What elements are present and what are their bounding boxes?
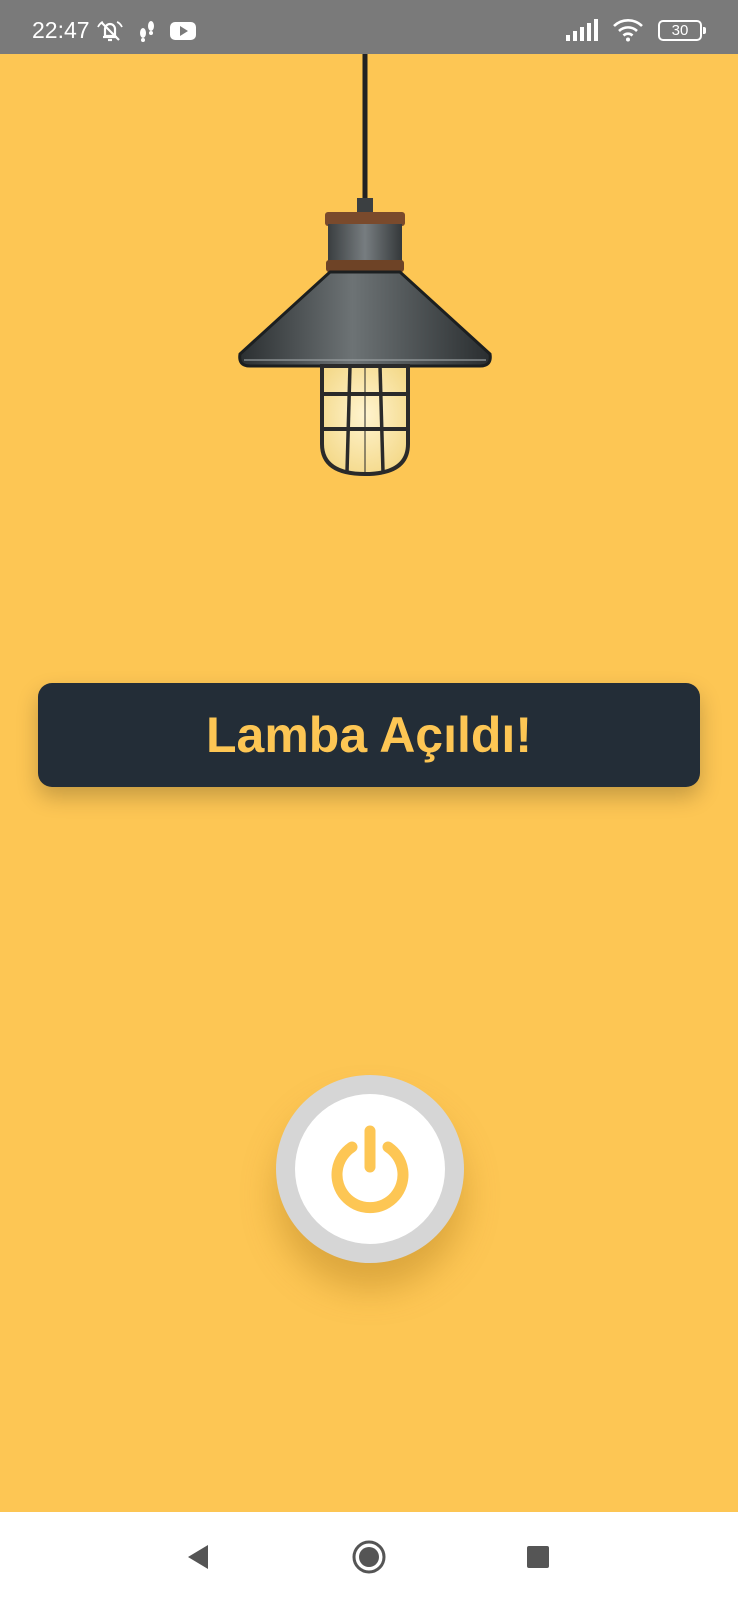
power-button-face[interactable] [295,1094,445,1244]
power-button[interactable] [276,1075,464,1263]
status-time: 22:47 [32,17,90,43]
back-button[interactable] [178,1537,218,1577]
status-message-text: Lamba Açıldı! [206,707,532,763]
home-circle-icon [351,1539,387,1575]
recents-button[interactable] [518,1537,558,1577]
recents-square-icon [526,1545,550,1569]
status-left-icons [96,19,196,43]
wifi-icon [612,18,644,42]
home-button[interactable] [349,1537,389,1577]
battery-level: 30 [671,21,689,39]
back-triangle-icon [186,1544,210,1570]
youtube-icon [170,21,196,41]
battery-icon: 30 [658,19,706,41]
footsteps-icon [136,19,158,43]
power-icon [324,1123,416,1215]
hanging-lamp-icon [230,54,500,484]
muted-bell-icon [96,19,124,43]
navigation-bar [0,1512,738,1600]
status-bar: 22:47 30 [0,0,738,54]
status-right-icons: 30 [566,18,706,42]
status-message-banner: Lamba Açıldı! [38,683,700,787]
signal-icon [566,19,598,41]
